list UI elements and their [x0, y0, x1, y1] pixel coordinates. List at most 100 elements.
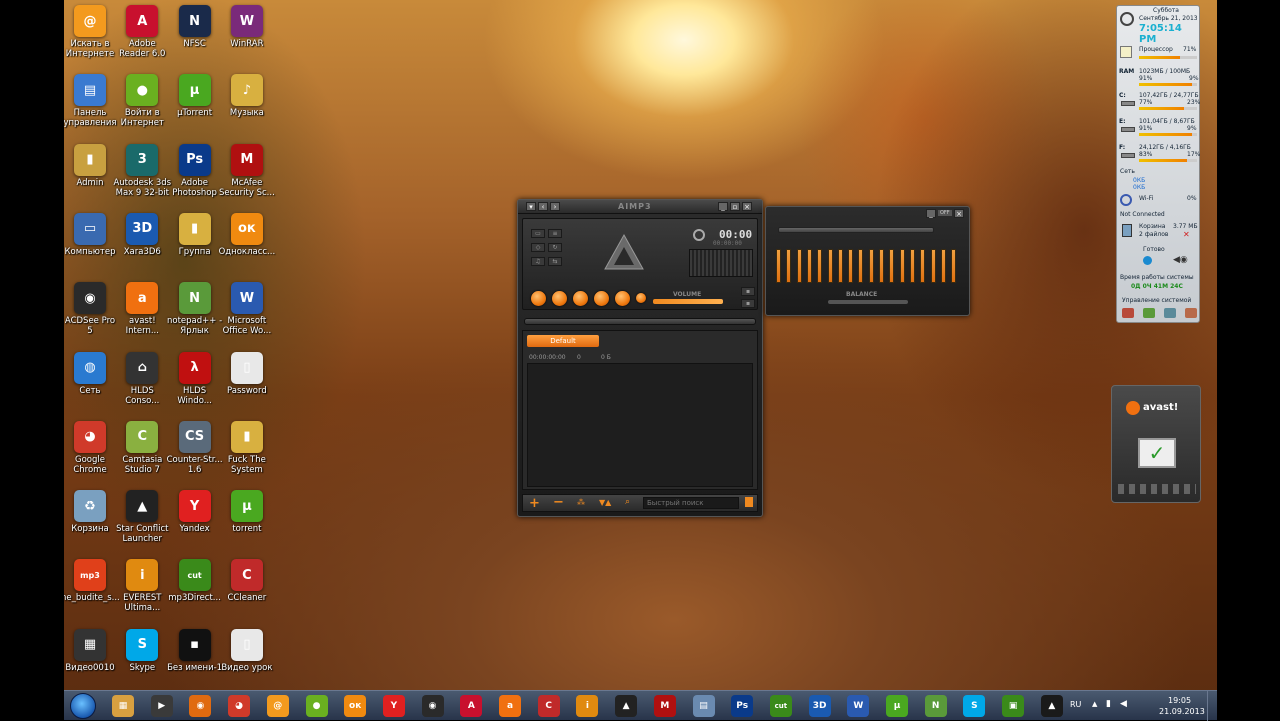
restart-icon[interactable] — [1143, 308, 1155, 318]
desktop-icon[interactable]: a avast! Intern... — [113, 282, 171, 336]
eq-band-slider[interactable] — [940, 249, 946, 283]
eq-band-slider[interactable] — [817, 249, 823, 283]
desktop-icon[interactable]: ▪ Без имени-1 — [166, 628, 224, 673]
desktop-icon[interactable]: ● Войти в Интернет — [113, 74, 171, 128]
desktop-icon[interactable]: µ torrent — [218, 490, 276, 534]
aimp-volume-slider[interactable] — [653, 299, 723, 304]
desktop-icon[interactable]: ок Однокласс... — [218, 212, 276, 257]
desktop-icon[interactable]: ◉ ACDSee Pro 5 — [64, 282, 119, 336]
taskbar-app-icon[interactable]: ок — [344, 695, 367, 717]
desktop-icon[interactable]: CS Counter-Str... 1.6 — [166, 420, 224, 475]
sort-icon[interactable]: ▼▲ — [599, 498, 611, 507]
desktop-icon[interactable]: ▭ Компьютер — [64, 212, 119, 257]
power-icon[interactable] — [693, 229, 705, 241]
desktop-icon[interactable]: ◕ Google Chrome — [64, 420, 119, 475]
eq-band-slider[interactable] — [837, 249, 843, 283]
aimp-mode-button-1[interactable]: ▭ — [531, 229, 545, 238]
aimp-mode-button-6[interactable]: ⇆ — [548, 257, 562, 266]
tray-volume-icon[interactable]: ◀ — [1120, 699, 1127, 709]
desktop-icon[interactable]: ▤ Панель управления — [64, 74, 119, 128]
taskbar-app-icon[interactable]: ● — [305, 695, 328, 717]
desktop-icon[interactable]: ▮ Группа — [166, 212, 224, 257]
tray-network-icon[interactable]: ▮ — [1106, 699, 1111, 709]
eq-band-slider[interactable] — [909, 249, 915, 283]
eq-band-slider[interactable] — [827, 249, 833, 283]
desktop-icon[interactable]: W WinRAR — [218, 5, 276, 49]
desktop-icon[interactable]: ♻ Корзина — [64, 490, 119, 534]
shuffle-icon[interactable]: ⁂ — [577, 498, 585, 507]
taskbar-app-icon[interactable]: M — [653, 695, 676, 717]
desktop-icon[interactable]: ⌂ HLDS Conso... — [113, 351, 171, 406]
desktop[interactable]: @ Искать в Интернете A Adobe Reader 6.0 N NFS… — [64, 0, 1217, 720]
tray-clock-date[interactable]: 21.09.2013 — [1159, 707, 1205, 716]
aimp-mode-button-5[interactable]: ♫ — [531, 257, 545, 266]
eq-close-button[interactable]: × — [954, 209, 964, 218]
aimp-close-button[interactable]: × — [742, 202, 752, 211]
taskbar-app-icon[interactable]: cut — [769, 695, 792, 717]
taskbar-app-icon[interactable]: ▶ — [150, 695, 173, 717]
aimp-seek-bar[interactable] — [524, 318, 756, 325]
eq-band-slider[interactable] — [858, 249, 864, 283]
aimp-minimize-button[interactable]: _ — [718, 202, 728, 211]
aimp-pl-toggle[interactable]: ▪ — [741, 299, 755, 308]
aimp-next-track-button[interactable] — [615, 291, 630, 306]
speaker-icon[interactable]: ◀◉ — [1173, 255, 1188, 265]
playlist-menu-icon[interactable] — [745, 497, 753, 507]
desktop-icon[interactable]: ▦ Видео0010 — [64, 628, 119, 673]
desktop-icon[interactable]: µ µTorrent — [166, 74, 224, 118]
eq-band-slider[interactable] — [786, 249, 792, 283]
aimp-mode-button-3[interactable]: ◇ — [531, 243, 545, 252]
taskbar-app-icon[interactable]: Ps — [731, 695, 754, 717]
remove-icon[interactable]: − — [553, 495, 564, 510]
taskbar-app-icon[interactable]: i — [576, 695, 599, 717]
desktop-icon[interactable]: C Camtasia Studio 7 — [113, 420, 171, 475]
desktop-icon[interactable]: 3D Xara3D6 — [113, 212, 171, 257]
desktop-icon[interactable]: @ Искать в Интернете — [64, 5, 119, 59]
aimp-next-button[interactable]: › — [550, 202, 560, 211]
taskbar-app-icon[interactable]: ◉ — [421, 695, 444, 717]
aimp-play-button[interactable] — [531, 291, 546, 306]
avast-gadget[interactable]: avast! ✓ — [1111, 385, 1201, 503]
eq-band-slider[interactable] — [796, 249, 802, 283]
taskbar-app-icon[interactable]: 3D — [808, 695, 831, 717]
shutdown-icon[interactable] — [1122, 308, 1134, 318]
aimp-equalizer-window[interactable]: OFF _ × BALANCE — [765, 206, 970, 316]
desktop-icon[interactable]: Y Yandex — [166, 490, 224, 534]
tray-expand-icon[interactable]: ▲ — [1092, 700, 1097, 708]
desktop-icon[interactable]: Ps Adobe Photoshop — [166, 143, 224, 198]
aimp-open-button[interactable] — [636, 293, 646, 303]
taskbar-app-icon[interactable]: ◕ — [228, 695, 251, 717]
quick-search-input[interactable] — [643, 497, 739, 509]
desktop-icon[interactable]: M McAfee Security Sc... — [218, 143, 276, 198]
taskbar-app-icon[interactable]: ▤ — [692, 695, 715, 717]
desktop-icon[interactable]: W Microsoft Office Wo... — [218, 282, 276, 336]
taskbar-app-icon[interactable]: A — [460, 695, 483, 717]
taskbar-app-icon[interactable]: ▲ — [615, 695, 638, 717]
desktop-icon[interactable]: C CCleaner — [218, 559, 276, 603]
eq-balance-slider[interactable] — [828, 300, 908, 304]
logoff-icon[interactable] — [1185, 308, 1197, 318]
eq-band-slider[interactable] — [806, 249, 812, 283]
eq-band-sliders[interactable] — [776, 249, 964, 285]
playlist-tab-default[interactable]: Default — [527, 335, 599, 347]
desktop-icon[interactable]: ▲ Star Conflict Launcher — [113, 490, 171, 544]
desktop-icon[interactable]: N NFSC — [166, 5, 224, 49]
desktop-icon[interactable]: ◍ Сеть — [64, 351, 119, 396]
desktop-icon[interactable]: 3 Autodesk 3ds Max 9 32-bit — [113, 143, 171, 198]
eq-band-slider[interactable] — [930, 249, 936, 283]
taskbar-app-icon[interactable]: N — [924, 695, 947, 717]
eq-band-slider[interactable] — [899, 249, 905, 283]
taskbar-app-icon[interactable]: µ — [886, 695, 908, 717]
aimp-eq-toggle[interactable]: ▪ — [741, 287, 755, 296]
taskbar-app-icon[interactable]: a — [499, 695, 521, 717]
desktop-icon[interactable]: i EVEREST Ultima... — [113, 559, 171, 613]
search-icon[interactable]: ⌕ — [625, 497, 630, 507]
playlist-track-list[interactable] — [527, 363, 753, 487]
taskbar-app-icon[interactable]: ▦ — [112, 695, 134, 717]
eq-off-button[interactable]: OFF — [938, 210, 952, 216]
taskbar-app-icon[interactable]: Y — [382, 695, 405, 717]
add-icon[interactable]: + — [529, 496, 540, 511]
desktop-icon[interactable]: Nnotepad++ - Ярлык — [166, 282, 224, 336]
eq-band-slider[interactable] — [920, 249, 926, 283]
desktop-icon[interactable]: mp3 ne_budite_s... — [64, 559, 120, 603]
